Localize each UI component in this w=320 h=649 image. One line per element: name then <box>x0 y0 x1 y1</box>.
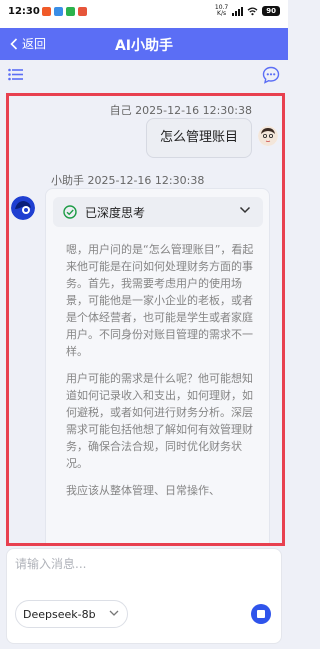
app-notification-icon <box>54 7 63 16</box>
bot-avatar <box>11 196 35 220</box>
list-menu-icon[interactable] <box>8 68 24 81</box>
stop-icon <box>257 610 265 618</box>
chevron-down-icon <box>239 206 251 214</box>
status-time: 12:30 <box>8 6 40 17</box>
user-message-bubble: 怎么管理账目 <box>146 118 252 158</box>
thinking-label: 已深度思考 <box>85 205 146 220</box>
message-composer: 请输入消息... Deepseek-8b <box>6 548 282 644</box>
bot-message-card: 已深度思考 嗯，用户问的是“怎么管理账目”，看起来他可能是在问如何处理财务方面的… <box>45 188 270 543</box>
status-indicators: 10.7 K/s 90 <box>215 5 280 17</box>
thinking-toggle[interactable]: 已深度思考 <box>53 197 263 227</box>
user-avatar <box>258 126 278 146</box>
chat-toolbar <box>0 60 288 90</box>
thinking-paragraph: 嗯，用户问的是“怎么管理账目”，看起来他可能是在问如何处理财务方面的事务。首先，… <box>66 243 254 358</box>
chevron-down-icon <box>109 610 119 616</box>
bot-avatar-icon <box>11 196 35 220</box>
battery-icon: 90 <box>262 6 280 16</box>
page-title: AI小助手 <box>114 38 174 54</box>
user-message-meta: 自己 2025-12-16 12:30:38 <box>109 104 252 117</box>
navigation-bar: 返回 AI小助手 <box>0 28 288 60</box>
stop-generation-button[interactable] <box>251 604 271 624</box>
app-notification-icon <box>42 7 51 16</box>
message-input[interactable]: 请输入消息... <box>15 555 86 572</box>
app-notification-icon <box>66 7 75 16</box>
thinking-content: 嗯，用户问的是“怎么管理账目”，看起来他可能是在问如何处理财务方面的事务。首先，… <box>66 241 262 509</box>
user-avatar-icon <box>258 126 278 146</box>
thinking-paragraph: 用户可能的需求是什么呢？他可能想知道如何记录收入和支出，如何理财，如何避税，或者… <box>66 372 253 470</box>
chat-message-area[interactable]: 自己 2025-12-16 12:30:38 怎么管理账目 小助手 2025-1… <box>6 93 285 546</box>
model-select-value: Deepseek-8b <box>23 607 96 621</box>
thinking-paragraph: 我应该从整体管理、日常操作、 <box>66 484 220 497</box>
app-notification-icon <box>78 7 87 16</box>
model-select[interactable]: Deepseek-8b <box>15 600 128 628</box>
status-bar: 12:30 10.7 K/s 90 <box>0 0 288 28</box>
signal-icon <box>232 6 244 16</box>
wifi-icon <box>247 6 258 15</box>
check-circle-icon <box>63 205 77 219</box>
network-speed: 10.7 K/s <box>214 4 229 17</box>
chat-bubble-icon[interactable] <box>262 66 280 84</box>
status-app-icons <box>42 7 87 16</box>
bot-message-meta: 小助手 2025-12-16 12:30:38 <box>51 174 205 187</box>
